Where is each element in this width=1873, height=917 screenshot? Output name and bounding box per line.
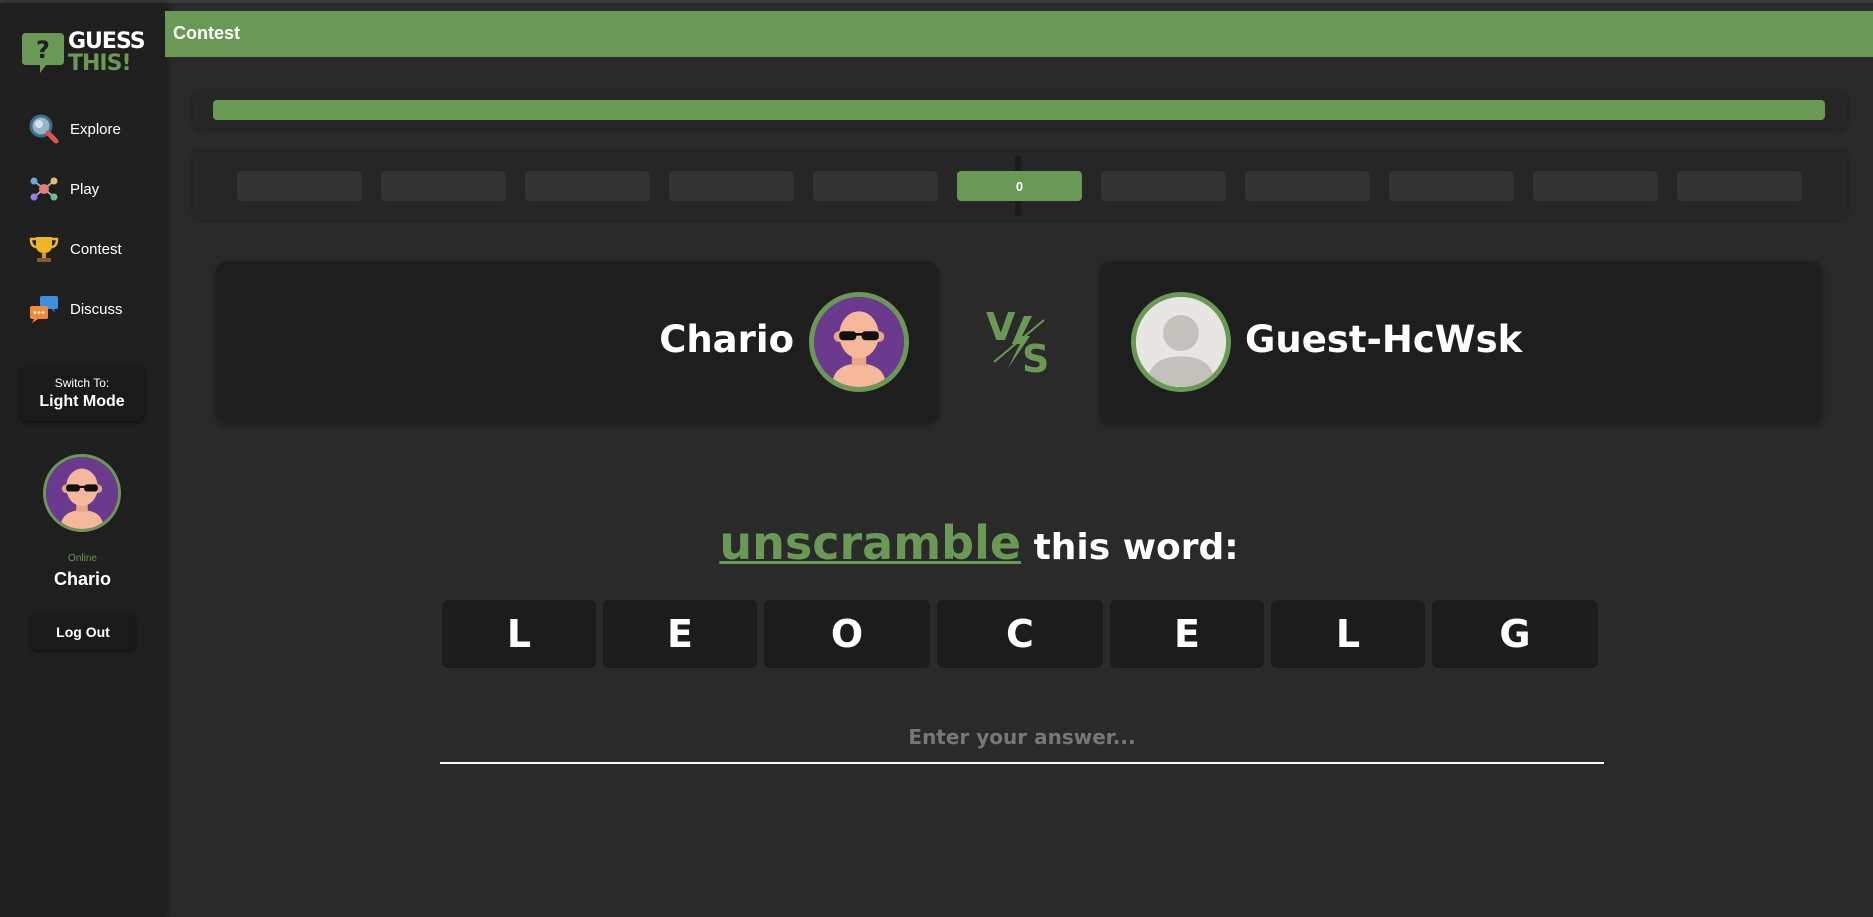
bald-sunglasses-avatar-icon — [46, 457, 118, 529]
player1-avatar — [809, 292, 909, 392]
letter-tile[interactable]: C — [937, 600, 1103, 668]
prompt-rest: this word: — [1033, 527, 1239, 568]
player1-card: Chario — [217, 262, 937, 422]
sidebar-item-label: Discuss — [70, 300, 123, 318]
svg-text:S: S — [1022, 337, 1049, 378]
prompt-highlight: unscramble — [719, 516, 1022, 570]
molecule-icon — [28, 173, 60, 205]
round-cell — [1389, 171, 1514, 201]
puzzle-prompt: unscramble this word: — [125, 516, 1833, 570]
timer-progress-fill — [213, 100, 1825, 120]
logo-line2: THIS! — [68, 51, 131, 76]
light-mode-toggle[interactable]: Switch To: Light Mode — [20, 367, 144, 421]
vs-lightning-icon: V S — [986, 305, 1049, 381]
svg-text:?: ? — [36, 36, 50, 64]
svg-text:V: V — [986, 306, 1016, 349]
round-cell — [669, 171, 794, 201]
avatar[interactable] — [43, 454, 121, 532]
chat-bubbles-icon — [28, 293, 60, 325]
round-cell — [1533, 171, 1658, 201]
round-cell — [237, 171, 362, 201]
top-strip — [0, 0, 1873, 3]
app-logo[interactable]: ? GUESS THIS! — [20, 31, 146, 81]
sidebar-item-discuss[interactable]: Discuss — [28, 293, 158, 325]
page-header: Contest — [165, 11, 1873, 57]
player2-name: Guest-HcWsk — [1245, 318, 1523, 361]
sidebar-item-contest[interactable]: Contest — [28, 233, 158, 265]
sidebar-item-label: Explore — [70, 120, 121, 138]
vs-emblem: V S — [984, 305, 1054, 381]
letter-tile[interactable]: L — [1271, 600, 1425, 668]
round-cell — [381, 171, 506, 201]
mode-switch-label: Light Mode — [39, 393, 125, 410]
default-user-icon — [1136, 297, 1226, 387]
round-cell — [525, 171, 650, 201]
bald-sunglasses-avatar-icon — [814, 297, 904, 387]
answer-input[interactable] — [440, 712, 1604, 764]
round-cell — [1245, 171, 1370, 201]
mode-switch-caption: Switch To: — [54, 376, 110, 390]
logout-button[interactable]: Log Out — [31, 614, 135, 650]
player2-avatar — [1131, 292, 1231, 392]
round-cell — [1677, 171, 1802, 201]
round-cell-active: 0 — [957, 171, 1082, 201]
round-cell — [813, 171, 938, 201]
sidebar-item-label: Play — [70, 180, 100, 198]
sidebar: ? GUESS THIS! Explore Play Contest Discu… — [0, 3, 165, 917]
letter-tile[interactable]: O — [764, 600, 930, 668]
trophy-icon — [28, 233, 60, 265]
round-cell — [1101, 171, 1226, 201]
letter-tile[interactable]: L — [442, 600, 596, 668]
logo-text: GUESS THIS! — [68, 29, 146, 76]
timer-progress-bar — [193, 91, 1847, 129]
round-tracker: 0 — [193, 152, 1847, 220]
logo-line1: GUESS — [68, 29, 146, 54]
magnifier-icon — [28, 113, 60, 145]
letter-tile[interactable]: E — [1110, 600, 1264, 668]
player2-card: Guest-HcWsk — [1101, 262, 1821, 422]
sidebar-item-label: Contest — [70, 240, 122, 258]
letter-tile[interactable]: G — [1432, 600, 1598, 668]
user-name: Chario — [53, 569, 111, 589]
page-title: Contest — [173, 23, 240, 43]
letter-tile[interactable]: E — [603, 600, 757, 668]
sidebar-item-explore[interactable]: Explore — [28, 113, 158, 145]
sidebar-item-play[interactable]: Play — [28, 173, 158, 205]
logo-question-icon: ? — [22, 33, 64, 73]
player1-name: Chario — [659, 318, 794, 361]
